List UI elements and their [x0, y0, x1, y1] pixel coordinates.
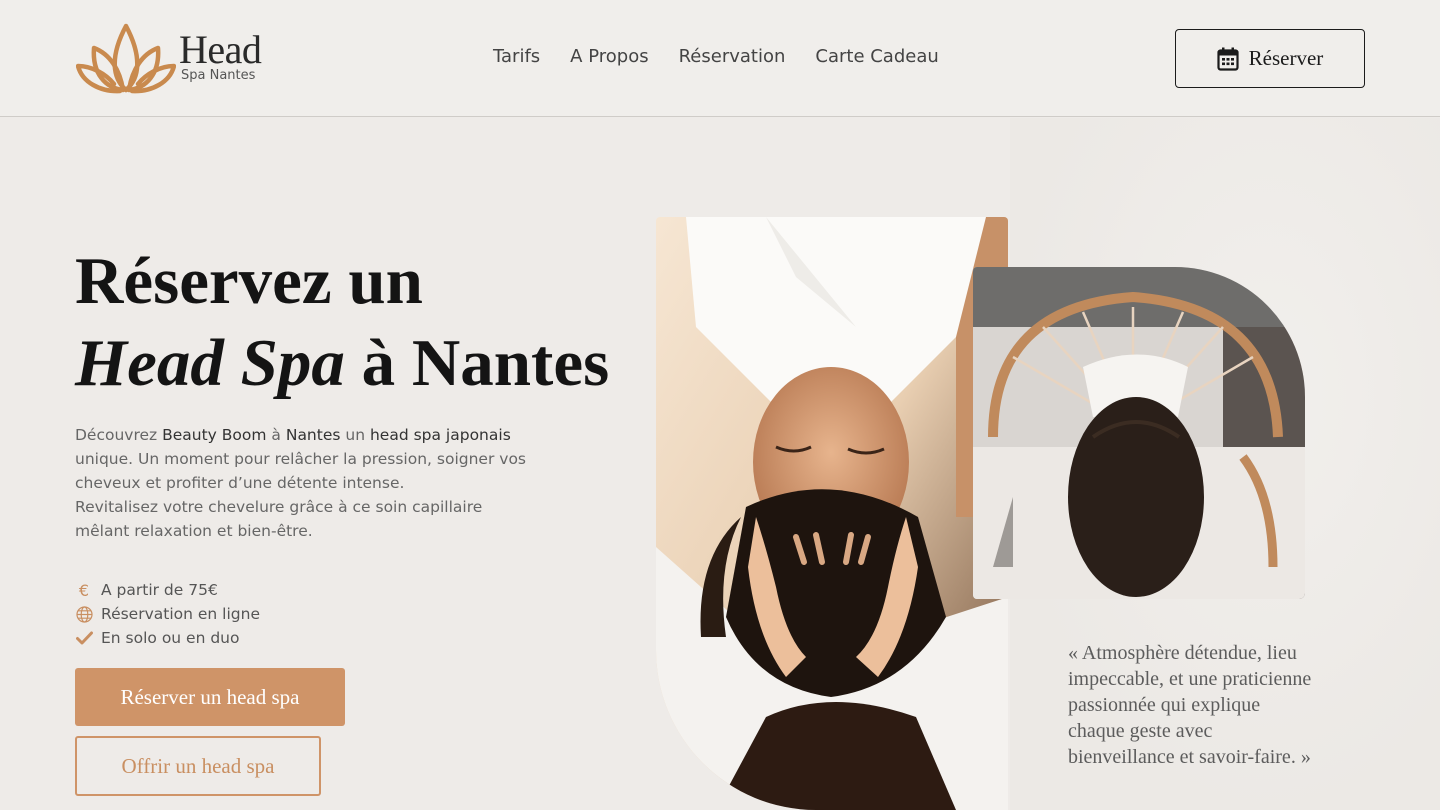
- intro-text: à: [266, 426, 286, 444]
- intro-text: Découvrez: [75, 426, 163, 444]
- feature-price: € A partir de 75€: [75, 578, 260, 602]
- hero-title: Réservez un Head Spa à Nantes: [75, 240, 609, 404]
- intro-text: un: [340, 426, 370, 444]
- logo-subtitle: Spa Nantes: [181, 68, 256, 83]
- hero-title-rest: à Nantes: [344, 326, 610, 400]
- nav-item-tarifs[interactable]: Tarifs: [493, 46, 540, 67]
- nav-item-carte-cadeau[interactable]: Carte Cadeau: [815, 46, 938, 67]
- feature-list: € A partir de 75€ Réservation en ligne E…: [75, 578, 260, 650]
- hero-intro-paragraph-2: Revitalisez votre chevelure grâce à ce s…: [75, 498, 483, 540]
- header-book-label: Réserver: [1248, 46, 1324, 70]
- intro-keyword: head spa japonais: [369, 426, 511, 444]
- intro-city: Nantes: [285, 426, 341, 444]
- header-book-button[interactable]: Réserver: [1175, 29, 1365, 88]
- hero-intro: Découvrez Beauty Boom à Nantes un head s…: [75, 423, 535, 543]
- main-nav: Tarifs A Propos Réservation Carte Cadeau: [493, 46, 969, 67]
- intro-brand: Beauty Boom: [162, 426, 267, 444]
- hero-title-line1: Réservez un: [75, 244, 423, 318]
- hair-wash-illustration: [973, 267, 1305, 599]
- testimonial-quote: « Atmosphère détendue, lieu impeccable, …: [1068, 642, 1312, 768]
- feature-label: En solo ou en duo: [101, 629, 240, 647]
- hero-intro-paragraph-1: Découvrez Beauty Boom à Nantes un head s…: [75, 423, 535, 495]
- euro-icon: €: [78, 580, 90, 600]
- gift-head-spa-button[interactable]: Offrir un head spa: [75, 736, 321, 796]
- logo-wordmark: Head: [179, 27, 262, 72]
- logo[interactable]: Head Spa Nantes: [76, 22, 276, 94]
- head-massage-illustration: [656, 217, 1008, 810]
- nav-item-a-propos[interactable]: A Propos: [570, 46, 648, 67]
- feature-label: Réservation en ligne: [101, 605, 260, 623]
- feature-label: A partir de 75€: [101, 581, 218, 599]
- hero-photo-hair-wash: [973, 267, 1305, 599]
- intro-text: unique. Un moment pour relâcher la press…: [75, 450, 526, 492]
- feature-online-booking: Réservation en ligne: [75, 602, 260, 626]
- check-icon: [75, 629, 93, 647]
- book-head-spa-button[interactable]: Réserver un head spa: [75, 668, 345, 726]
- hero-title-italic: Head Spa: [75, 326, 345, 400]
- feature-solo-duo: En solo ou en duo: [75, 626, 260, 650]
- calendar-icon: [1217, 47, 1239, 71]
- nav-item-reservation[interactable]: Réservation: [679, 46, 786, 67]
- globe-icon: [75, 605, 93, 623]
- hero-photo-massage: [656, 217, 1008, 810]
- lotus-logo-icon: [76, 23, 176, 94]
- site-header: Head Spa Nantes Tarifs A Propos Réservat…: [0, 0, 1440, 117]
